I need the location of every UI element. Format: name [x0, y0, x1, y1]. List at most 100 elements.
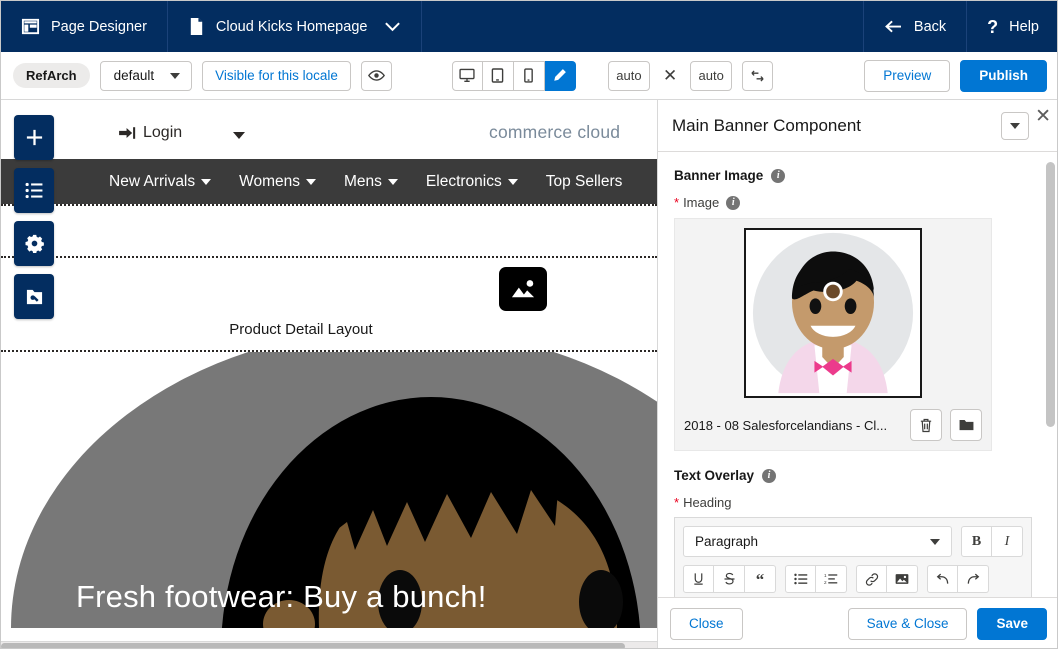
app-name-item[interactable]: Page Designer: [1, 1, 167, 52]
storefront-login[interactable]: Login: [119, 124, 182, 142]
avatar: [746, 230, 920, 397]
nav-item-top-sellers[interactable]: Top Sellers: [546, 173, 623, 191]
save-button[interactable]: Save: [977, 607, 1047, 640]
product-detail-layout-label: Product Detail Layout: [229, 321, 373, 338]
list-icon: [25, 182, 42, 199]
app-name-label: Page Designer: [51, 18, 147, 35]
add-component-button[interactable]: [14, 115, 54, 160]
product-detail-layout-region[interactable]: Product Detail Layout: [1, 258, 657, 350]
canvas-horizontal-scrollbar[interactable]: [1, 641, 657, 648]
device-edit-button[interactable]: [544, 60, 576, 91]
device-desktop-button[interactable]: [451, 60, 483, 91]
heading-field-label-text: Heading: [683, 495, 732, 511]
panel-close-button[interactable]: ✕: [1035, 107, 1051, 126]
image-preview[interactable]: [744, 228, 922, 399]
help-button[interactable]: ? Help: [967, 1, 1057, 52]
resize-button[interactable]: [742, 60, 774, 91]
nav-label: Top Sellers: [545, 172, 623, 190]
preview-visibility-toggle[interactable]: [360, 60, 392, 91]
required-marker: *: [674, 495, 680, 511]
device-toggle-group: [451, 60, 576, 91]
storefront-login-label: Login: [143, 124, 183, 141]
sign-in-icon: [119, 126, 136, 140]
rte-insert-group: [856, 565, 918, 594]
heading-field-label: * Heading: [674, 495, 1037, 510]
preview-button[interactable]: Preview: [864, 59, 951, 92]
svg-text:2: 2: [824, 580, 827, 585]
rich-text-editor: Paragraph B I “ 1 2: [674, 517, 1032, 597]
nav-item-womens[interactable]: Womens: [239, 172, 317, 191]
nav-label: Womens: [239, 172, 301, 190]
storefront-header: Login commerce cloud: [1, 100, 657, 159]
caret-down-icon: [306, 178, 317, 185]
device-mobile-button[interactable]: [513, 60, 545, 91]
rte-italic-button[interactable]: I: [992, 526, 1023, 558]
page-structure-button[interactable]: [14, 168, 54, 213]
nav-item-electronics[interactable]: Electronics: [426, 173, 518, 191]
delete-image-button[interactable]: [910, 409, 942, 442]
chevron-down-icon[interactable]: [384, 21, 401, 32]
gear-icon: [25, 234, 44, 253]
svg-text:1: 1: [824, 573, 827, 578]
device-tablet-button[interactable]: [482, 60, 514, 91]
rte-link-button[interactable]: [856, 565, 887, 594]
nav-label: New Arrivals: [109, 172, 196, 190]
storefront-account-caret-icon[interactable]: [233, 132, 245, 139]
question-mark-icon: ?: [987, 16, 999, 37]
rte-bold-button[interactable]: B: [961, 526, 992, 558]
caret-down-icon: [507, 178, 518, 185]
width-input[interactable]: auto: [607, 60, 650, 91]
banner-image-section-label: Banner Image: [674, 168, 764, 184]
global-top-bar: Page Designer Cloud Kicks Homepage Back …: [1, 1, 1057, 52]
nav-item-new-arrivals[interactable]: New Arrivals: [109, 172, 212, 191]
arrow-left-icon: [884, 19, 903, 34]
save-and-close-button[interactable]: Save & Close: [847, 607, 968, 640]
page-name-item[interactable]: Cloud Kicks Homepage: [168, 1, 422, 52]
image-field-label: * Image i: [674, 195, 1037, 210]
rte-history-group: [927, 565, 989, 594]
component-properties-panel: Main Banner Component ✕ Banner Image i *…: [657, 100, 1057, 648]
rte-numbered-list-button[interactable]: 1 2: [816, 565, 847, 594]
top-bar-spacer: [422, 1, 862, 52]
rte-bulleted-list-button[interactable]: [785, 565, 816, 594]
eye-icon: [367, 69, 385, 82]
back-button[interactable]: Back: [864, 1, 966, 52]
close-button[interactable]: Close: [670, 607, 743, 640]
panel-scrollbar-thumb[interactable]: [1046, 162, 1055, 428]
panel-title: Main Banner Component: [672, 115, 862, 135]
rte-list-group: 1 2: [785, 565, 847, 594]
page-tools-button[interactable]: [14, 274, 54, 319]
folder-wrench-icon: [26, 289, 42, 304]
info-icon[interactable]: i: [771, 168, 786, 183]
panel-scrollbar[interactable]: [1046, 156, 1055, 596]
rte-strikethrough-button[interactable]: [714, 565, 745, 594]
rte-image-button[interactable]: [887, 565, 918, 594]
caret-down-icon: [930, 538, 940, 545]
visibility-button[interactable]: Visible for this locale: [202, 60, 351, 91]
dimension-separator: ✕: [662, 65, 678, 85]
locale-select[interactable]: default: [99, 60, 193, 91]
text-overlay-section-label: Text Overlay: [674, 468, 755, 484]
caret-down-icon: [201, 178, 212, 185]
canvas-scrollbar-thumb[interactable]: [1, 643, 625, 648]
nav-item-mens[interactable]: Mens: [344, 173, 398, 191]
panel-collapse-button[interactable]: [1001, 111, 1029, 140]
page-settings-button[interactable]: [14, 221, 54, 266]
rte-underline-button[interactable]: [683, 565, 714, 594]
rte-blockquote-button[interactable]: “: [745, 565, 776, 594]
main-banner-region[interactable]: Fresh footwear: Buy a bunch!: [1, 352, 657, 628]
image-placeholder-icon: [499, 267, 547, 311]
image-field-card: 2018 - 08 Salesforcelandians - Cl...: [674, 218, 992, 452]
info-icon[interactable]: i: [726, 195, 741, 210]
empty-region[interactable]: [1, 206, 657, 256]
redo-icon: [967, 573, 980, 584]
browse-image-button[interactable]: [950, 409, 982, 442]
help-label: Help: [1009, 18, 1039, 35]
height-input[interactable]: auto: [690, 60, 733, 91]
publish-button[interactable]: Publish: [960, 59, 1047, 92]
rte-redo-button[interactable]: [958, 565, 989, 594]
rte-format-select[interactable]: Paragraph: [683, 526, 952, 558]
info-icon[interactable]: i: [762, 468, 777, 483]
rte-undo-button[interactable]: [927, 565, 958, 594]
panel-footer: Close Save & Close Save: [658, 596, 1057, 648]
